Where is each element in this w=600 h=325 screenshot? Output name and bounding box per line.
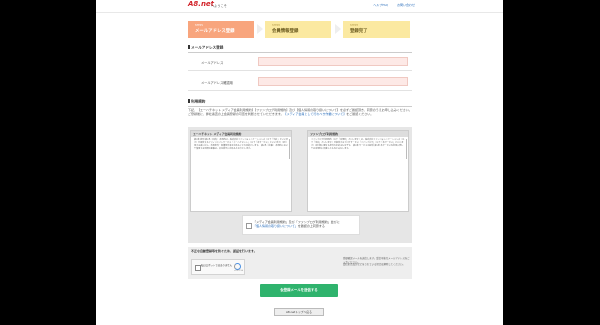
registration-page: A8.net へようこそ ヘルプFAQ お問い合わせ STEP1 メールアドレス… (96, 0, 503, 325)
email-section-title: メールアドレス登録 (188, 45, 412, 53)
step-arrow-icon (335, 24, 341, 34)
step-3: STEP3 登録完了 (343, 21, 410, 38)
recaptcha-brand: reCAPTCHA (233, 271, 243, 272)
terms-section-title: 利用規約 (188, 99, 412, 107)
scrollbar[interactable] (288, 139, 290, 159)
media-work-link[interactable]: 【メディア会員として行わべき作業について】 (284, 112, 347, 116)
media-terms-text: 第1章 総則 第1条（目的） 本規約は、株式会社ファンコミュニケーションズ（以下… (194, 139, 288, 151)
robot-question: 不正な自動登録等を防ぐため、認証を行います。 (191, 249, 257, 253)
fanblog-terms-text: ファンブログ利用規約（以下「本規約」といいます）は、株式会社ファンコミュニケーシ… (311, 139, 405, 151)
divider (188, 70, 412, 71)
agree-box: 「メディア会員利用規約」及び「ファンブログ利用規約」並びに 「個人情報の取り扱い… (242, 215, 360, 235)
recaptcha-label: 私はロボットではありません (201, 264, 233, 267)
agree-checkbox[interactable] (246, 223, 252, 229)
recaptcha-widget: 私はロボットではありません reCAPTCHA (191, 259, 245, 275)
send-mail-button[interactable]: 仮登録メールを送信する (260, 284, 338, 297)
scrollbar[interactable] (405, 139, 407, 159)
robot-check-section: 不正な自動登録等を防ぐため、認証を行います。 私はロボットではありません reC… (188, 247, 412, 279)
step-arrow-icon (257, 24, 263, 34)
robot-note-2: 受信拒否設定などをされている場合は解除してください。 (343, 263, 405, 266)
terms-box: エーハチネット メディア会員利用規約 第1章 総則 第1条（目的） 本規約は、株… (188, 127, 412, 243)
help-link[interactable]: ヘルプFAQ (373, 3, 388, 7)
header-links: ヘルプFAQ お問い合わせ (365, 3, 415, 7)
email-confirm-label: メールアドレス確認用 (201, 81, 233, 85)
contact-link[interactable]: お問い合わせ (397, 3, 415, 7)
terms-intro: 下記、【エーハチネット メディア会員利用規約】【ファンブログ利用規約】及び【個人… (188, 108, 412, 117)
fanblog-terms-panel[interactable]: ファンブログ利用規約 ファンブログ利用規約（以下「本規約」といいます）は、株式会… (307, 130, 409, 212)
email-confirm-field[interactable] (258, 77, 408, 86)
media-terms-panel[interactable]: エーハチネット メディア会員利用規約 第1章 総則 第1条（目的） 本規約は、株… (190, 130, 292, 212)
privacy-link[interactable]: 「個人情報の取り扱いについて」 (253, 224, 298, 228)
agree-text: 「メディア会員利用規約」及び「ファンブログ利用規約」並びに 「個人情報の取り扱い… (253, 220, 340, 229)
back-to-top-button[interactable]: A8.netトップへ戻る (274, 308, 324, 316)
recaptcha-icon (234, 263, 241, 270)
step-1: STEP1 メールアドレス登録 (188, 21, 254, 38)
step-indicator: STEP1 メールアドレス登録 STEP2 会員情報登録 STEP3 登録完了 (188, 21, 410, 38)
email-field[interactable] (258, 57, 408, 66)
step-2: STEP2 会員情報登録 (265, 21, 331, 38)
welcome-text: へようこそ (211, 4, 227, 8)
site-header: A8.net へようこそ ヘルプFAQ お問い合わせ (96, 0, 503, 13)
divider (188, 90, 412, 91)
email-label: メールアドレス (201, 61, 224, 65)
